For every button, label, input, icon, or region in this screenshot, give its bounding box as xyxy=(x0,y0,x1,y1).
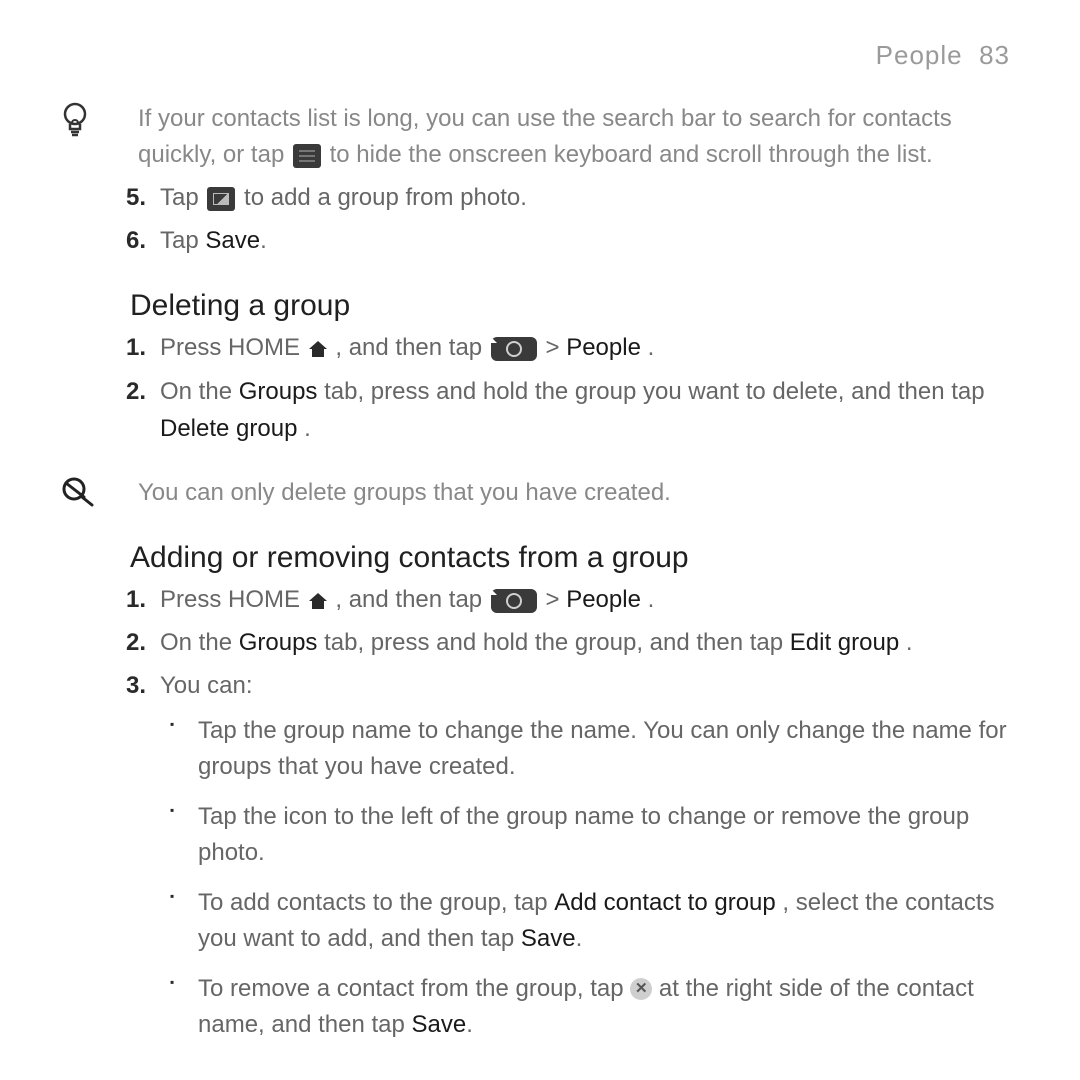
b3-c: . xyxy=(576,925,583,952)
groups-label: Groups xyxy=(239,629,318,656)
step-number: 2. xyxy=(126,624,146,661)
b4-c: . xyxy=(466,1011,473,1038)
ar1-c: > xyxy=(546,586,567,613)
step-number: 5. xyxy=(126,179,146,216)
page-header: People 83 xyxy=(60,40,1010,71)
remove-x-icon: ✕ xyxy=(630,978,652,1000)
addrem-sublist: Tap the group name to change the name. Y… xyxy=(160,713,1020,1043)
ar3-lead: You can: xyxy=(160,672,253,699)
step-6: 6. Tap Save. xyxy=(160,222,1020,259)
steps-top: 5. Tap to add a group from photo. 6. Tap… xyxy=(60,179,1020,259)
ar1-d: . xyxy=(648,586,655,613)
addrem-step-1: 1. Press HOME , and then tap > People . xyxy=(160,581,1020,618)
ar1-b: , and then tap xyxy=(335,586,488,613)
ds1-c: > xyxy=(546,334,567,361)
add-contact-label: Add contact to group xyxy=(554,889,775,916)
step-number: 6. xyxy=(126,222,146,259)
apps-launcher-icon xyxy=(491,337,537,361)
step-5-a: Tap xyxy=(160,184,205,211)
step-number: 1. xyxy=(126,329,146,366)
step-6-a: Tap xyxy=(160,227,205,254)
note-callout: You can only delete groups that you have… xyxy=(60,475,1020,511)
b4-a: To remove a contact from the group, tap xyxy=(198,975,630,1002)
lightbulb-icon xyxy=(60,101,138,139)
step-6-b: . xyxy=(260,227,267,254)
ds2-a: On the xyxy=(160,378,239,405)
home-icon xyxy=(307,339,329,359)
ds1-b: , and then tap xyxy=(335,334,488,361)
magnifier-note-icon xyxy=(60,475,138,511)
header-section: People xyxy=(876,40,963,70)
people-label: People xyxy=(566,586,641,613)
step-number: 3. xyxy=(126,667,146,704)
note-text: You can only delete groups that you have… xyxy=(138,479,671,506)
ar1-a: Press HOME xyxy=(160,586,307,613)
heading-add-remove: Adding or removing contacts from a group xyxy=(130,541,1020,575)
delete-step-1: 1. Press HOME , and then tap > People . xyxy=(160,329,1020,366)
home-icon xyxy=(307,591,329,611)
ar2-c: . xyxy=(906,629,913,656)
step-number: 1. xyxy=(126,581,146,618)
addrem-step-2: 2. On the Groups tab, press and hold the… xyxy=(160,624,1020,661)
tip-text-part2: to hide the onscreen keyboard and scroll… xyxy=(330,141,933,168)
step-5-b: to add a group from photo. xyxy=(244,184,527,211)
delete-steps: 1. Press HOME , and then tap > People . … xyxy=(60,329,1020,447)
ar2-b: tab, press and hold the group, and then … xyxy=(324,629,790,656)
edit-group-label: Edit group xyxy=(790,629,899,656)
addrem-step-3: 3. You can: Tap the group name to change… xyxy=(160,667,1020,1042)
apps-launcher-icon xyxy=(491,589,537,613)
save-label: Save xyxy=(412,1011,467,1038)
ar2-a: On the xyxy=(160,629,239,656)
groups-label: Groups xyxy=(239,378,318,405)
heading-deleting-group: Deleting a group xyxy=(130,289,1020,323)
addrem-steps: 1. Press HOME , and then tap > People . … xyxy=(60,581,1020,1043)
people-label: People xyxy=(566,334,641,361)
step-5: 5. Tap to add a group from photo. xyxy=(160,179,1020,216)
hide-keyboard-icon xyxy=(293,144,321,168)
b3-a: To add contacts to the group, tap xyxy=(198,889,554,916)
ds2-b: tab, press and hold the group you want t… xyxy=(324,378,984,405)
step-number: 2. xyxy=(126,373,146,410)
ds1-a: Press HOME xyxy=(160,334,307,361)
header-page-number: 83 xyxy=(979,40,1010,70)
tip-callout: If your contacts list is long, you can u… xyxy=(60,101,1020,173)
sub-bullet-2: Tap the icon to the left of the group na… xyxy=(198,799,1020,871)
photo-icon xyxy=(207,187,235,211)
ds2-c: . xyxy=(304,415,311,442)
save-label: Save xyxy=(521,925,576,952)
delete-group-label: Delete group xyxy=(160,415,297,442)
ds1-d: . xyxy=(648,334,655,361)
sub-bullet-3: To add contacts to the group, tap Add co… xyxy=(198,885,1020,957)
sub-bullet-1: Tap the group name to change the name. Y… xyxy=(198,713,1020,785)
sub-bullet-4: To remove a contact from the group, tap … xyxy=(198,971,1020,1043)
delete-step-2: 2. On the Groups tab, press and hold the… xyxy=(160,373,1020,447)
save-label: Save xyxy=(205,227,260,254)
